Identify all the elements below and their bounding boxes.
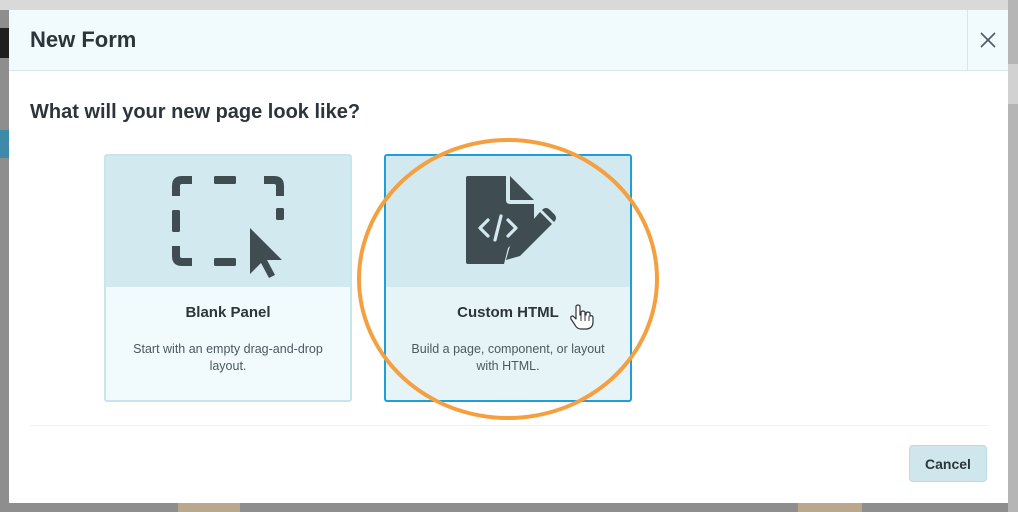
dashed-selection-cursor-icon [172, 176, 284, 278]
footer-divider [30, 425, 989, 426]
modal-header: New Form [9, 10, 1008, 71]
page-type-question: What will your new page look like? [30, 101, 361, 123]
card-description: Start with an empty drag-and-drop layout… [133, 342, 323, 373]
close-button[interactable] [967, 10, 1008, 70]
close-icon [980, 32, 996, 48]
card-icon-area [386, 156, 630, 287]
background-right-tab [1008, 64, 1018, 104]
background-top-bar [0, 0, 1018, 10]
card-icon-area [106, 156, 350, 287]
background-bottom-tile [798, 503, 862, 512]
blank-panel-card[interactable]: Blank Panel Start with an empty drag-and… [104, 154, 352, 402]
modal-title: New Form [30, 27, 137, 52]
custom-html-card[interactable]: Custom HTML Build a page, component, or … [384, 154, 632, 402]
cancel-button[interactable]: Cancel [909, 445, 987, 482]
card-description: Build a page, component, or layout with … [411, 342, 605, 373]
pointer-hand-icon [570, 304, 594, 330]
card-title: Blank Panel [185, 304, 271, 321]
background-bottom-tile [178, 503, 240, 512]
code-file-pencil-icon [466, 176, 556, 264]
background-right-panel [1008, 0, 1018, 512]
new-form-modal: New Form What will your new page look li… [9, 10, 1008, 503]
